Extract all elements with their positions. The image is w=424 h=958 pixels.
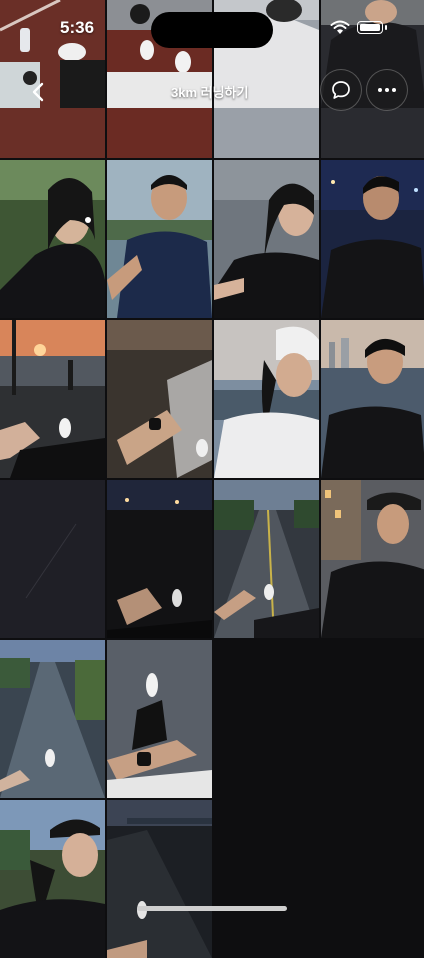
photo-tile[interactable] (0, 160, 105, 318)
more-horizontal-icon (378, 88, 396, 92)
empty-cell (321, 800, 424, 958)
more-button[interactable] (366, 69, 408, 111)
chevron-left-icon (32, 82, 44, 102)
photo-tile[interactable] (321, 160, 424, 318)
back-button[interactable] (18, 72, 58, 112)
home-indicator (137, 906, 287, 911)
photo-tile[interactable] (214, 160, 319, 318)
photo-tile[interactable] (107, 160, 212, 318)
photo-tile[interactable] (214, 480, 319, 638)
photo-tile[interactable] (107, 320, 212, 478)
empty-cell (214, 800, 319, 958)
chat-bubble-icon (332, 81, 350, 99)
photo-tile[interactable] (321, 480, 424, 638)
empty-cell (321, 640, 424, 798)
photo-tile[interactable] (0, 320, 105, 478)
empty-cell (214, 640, 319, 798)
chat-button[interactable] (320, 69, 362, 111)
photo-placeholder (0, 480, 105, 638)
photo-tile[interactable] (0, 800, 105, 958)
photo-tile[interactable] (214, 0, 319, 158)
photo-grid (0, 0, 424, 958)
photo-tile[interactable] (107, 480, 212, 638)
photo-tile[interactable] (0, 640, 105, 798)
photo-tile[interactable] (321, 320, 424, 478)
photo-tile[interactable] (107, 0, 212, 158)
photo-tile[interactable] (107, 800, 212, 958)
album-title: 3km 러닝하기 (171, 84, 249, 100)
photo-tile[interactable] (107, 640, 212, 798)
photo-tile[interactable] (214, 320, 319, 478)
